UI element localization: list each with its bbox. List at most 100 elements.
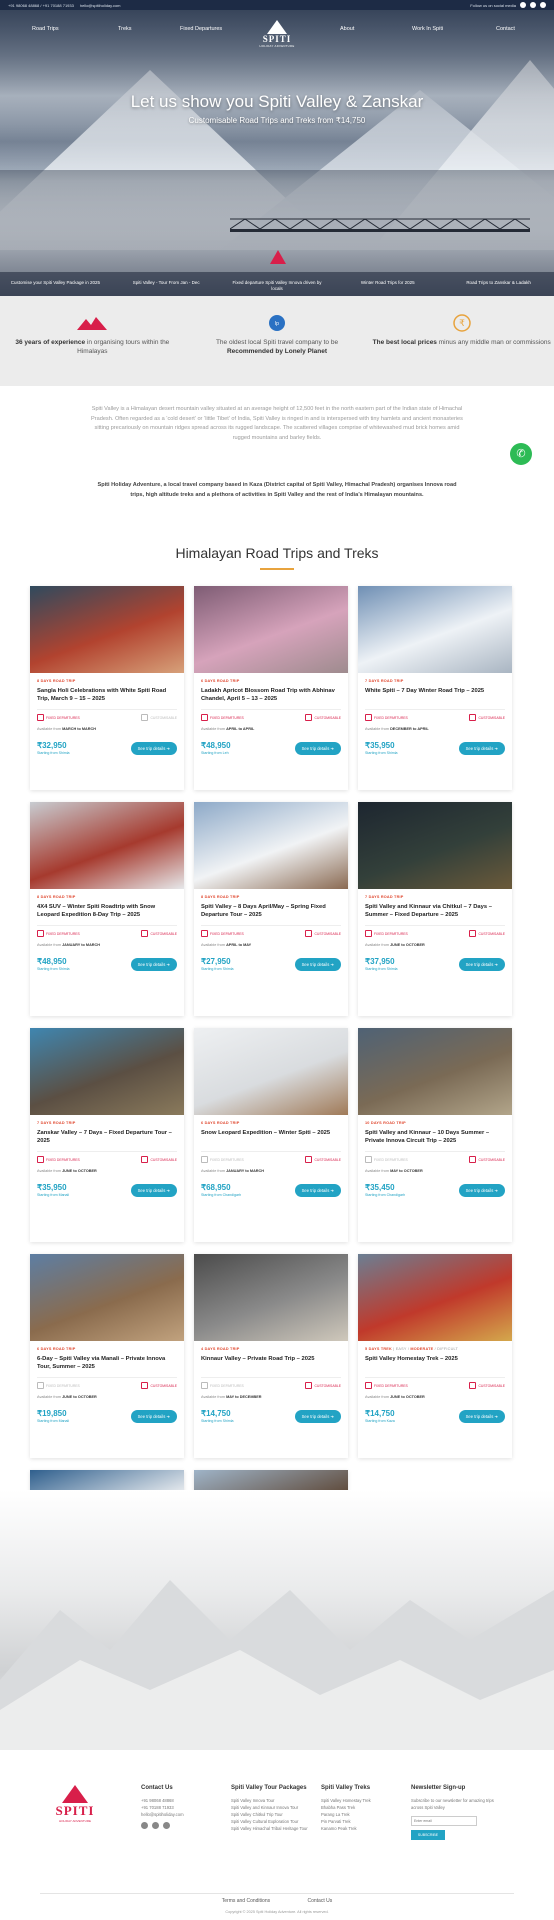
youtube-icon[interactable] xyxy=(540,2,546,8)
nav-fixed-departures[interactable]: Fixed Departures xyxy=(180,26,222,32)
newsletter-email-input[interactable] xyxy=(411,1816,477,1826)
trip-image[interactable] xyxy=(30,1028,184,1115)
contact-link[interactable]: Contact Us xyxy=(308,1898,333,1904)
hero-link[interactable]: Customise your Spiti Valley Package in 2… xyxy=(0,272,111,296)
footer-link[interactable]: Kanamo Peak Trek xyxy=(321,1825,401,1832)
calendar-icon xyxy=(365,1382,372,1389)
footer-phone-2[interactable]: +91 70188 71933 xyxy=(141,1804,221,1811)
trip-title[interactable]: Spiti Valley and Kinnaur via Chitkul – 7… xyxy=(365,903,505,919)
trip-card[interactable]: 8 DAYS ROAD TRIP Sangla Holi Celebration… xyxy=(30,586,184,790)
trip-image[interactable] xyxy=(194,586,348,673)
trip-image[interactable] xyxy=(194,802,348,889)
trip-image[interactable] xyxy=(194,1254,348,1341)
trip-image[interactable] xyxy=(358,586,512,673)
footer-link[interactable]: Spiti Valley Innova Tour xyxy=(231,1797,311,1804)
hero-link[interactable]: Winter Road Trips for 2025 xyxy=(332,272,443,296)
trip-title[interactable]: Spiti Valley – 8 Days April/May – Spring… xyxy=(201,903,341,919)
instagram-icon[interactable] xyxy=(152,1822,159,1829)
see-trip-details-button[interactable]: See trip details ➔ xyxy=(294,957,341,971)
see-trip-details-button[interactable]: See trip details ➔ xyxy=(294,1409,341,1423)
footer-treks: Spiti Valley Treks Spiti Valley Homestay… xyxy=(321,1785,401,1832)
trip-tags: FIXED DEPARTURES CUSTOMISABLE xyxy=(201,1377,341,1389)
footer-logo[interactable]: SPITI HOLIDAY ADVENTURE xyxy=(50,1785,100,1823)
footer-link[interactable]: Bhabha Pass Trek xyxy=(321,1804,401,1811)
trip-availability: Available from JUNE to OCTOBER xyxy=(37,1395,97,1399)
footer-link[interactable]: Parang La Trek xyxy=(321,1811,401,1818)
trip-title[interactable]: Spiti Valley and Kinnaur – 10 Days Summe… xyxy=(365,1129,505,1145)
hero-quick-links: Customise your Spiti Valley Package in 2… xyxy=(0,272,554,296)
trip-card[interactable]: 6 DAYS ROAD TRIP Ladakh Apricot Blossom … xyxy=(194,586,348,790)
trip-title[interactable]: Sangla Holi Celebrations with White Spit… xyxy=(37,687,177,703)
trip-title[interactable]: Kinnaur Valley – Private Road Trip – 202… xyxy=(201,1355,341,1371)
trip-card[interactable]: 5 DAYS TREK | EASY / MODERATE / DIFFICUL… xyxy=(358,1254,512,1458)
customisable-tag: CUSTOMISABLE xyxy=(305,1156,341,1163)
trip-card[interactable]: 8 DAYS ROAD TRIP Spiti Valley – 8 Days A… xyxy=(194,802,348,1016)
calendar-icon xyxy=(201,930,208,937)
nav-contact[interactable]: Contact xyxy=(496,26,515,32)
nav-about[interactable]: About xyxy=(340,26,354,32)
phone-text[interactable]: +91 98068 48868 / +91 70188 71933 xyxy=(8,3,74,8)
footer-link[interactable]: Spiti Valley and Kinnaur Innova Tour xyxy=(231,1804,311,1811)
trip-price: ₹19,850 xyxy=(37,1409,67,1418)
trip-card[interactable]: 10 DAYS ROAD TRIP Spiti Valley and Kinna… xyxy=(358,1028,512,1242)
trip-card[interactable]: 6 DAYS ROAD TRIP 6-Day – Spiti Valley vi… xyxy=(30,1254,184,1458)
footer-link[interactable]: Pin Parvati Trek xyxy=(321,1818,401,1825)
trip-image[interactable] xyxy=(30,586,184,673)
terms-link[interactable]: Terms and Conditions xyxy=(222,1898,270,1904)
trip-card[interactable]: 7 DAYS ROAD TRIP White Spiti – 7 Day Win… xyxy=(358,586,512,790)
trip-card[interactable]: 6 DAYS ROAD TRIP Snow Leopard Expedition… xyxy=(194,1028,348,1242)
see-trip-details-button[interactable]: See trip details ➔ xyxy=(130,1409,177,1423)
youtube-icon[interactable] xyxy=(163,1822,170,1829)
see-trip-details-button[interactable]: See trip details ➔ xyxy=(458,1409,505,1423)
trip-title[interactable]: Spiti Valley Homestay Trek – 2025 xyxy=(365,1355,505,1371)
subscribe-button[interactable]: SUBSCRIBE xyxy=(411,1830,445,1840)
hero-link[interactable]: Fixed departure Spiti Valley Innova driv… xyxy=(222,272,333,296)
nav-work-in-spiti[interactable]: Work In Spiti xyxy=(412,26,443,32)
instagram-icon[interactable] xyxy=(530,2,536,8)
email-text[interactable]: hello@spitiholiday.com xyxy=(80,3,121,8)
see-trip-details-button[interactable]: See trip details ➔ xyxy=(458,1183,505,1197)
trip-title[interactable]: Zanskar Valley – 7 Days – Fixed Departur… xyxy=(37,1129,177,1145)
edit-icon xyxy=(469,1156,477,1163)
trip-image[interactable] xyxy=(358,802,512,889)
see-trip-details-button[interactable]: See trip details ➔ xyxy=(130,1183,177,1197)
see-trip-details-button[interactable]: See trip details ➔ xyxy=(458,741,505,755)
trip-title[interactable]: 4X4 SUV – Winter Spiti Roadtrip with Sno… xyxy=(37,903,177,919)
hero-link[interactable]: Spiti Valley - Tour From Jan - Dec xyxy=(111,272,222,296)
whatsapp-icon[interactable]: ✆ xyxy=(510,443,532,465)
footer-email[interactable]: hello@spitiholiday.com xyxy=(141,1811,221,1818)
nav-treks[interactable]: Treks xyxy=(118,26,132,32)
trip-image[interactable] xyxy=(194,1028,348,1115)
trip-title[interactable]: 6-Day – Spiti Valley via Manali – Privat… xyxy=(37,1355,177,1371)
trip-title[interactable]: Snow Leopard Expedition – Winter Spiti –… xyxy=(201,1129,341,1145)
see-trip-details-button[interactable]: See trip details ➔ xyxy=(130,741,177,755)
site-logo[interactable]: SPITI HOLIDAY ADVENTURE xyxy=(257,20,297,48)
trip-title[interactable]: White Spiti – 7 Day Winter Road Trip – 2… xyxy=(365,687,505,703)
trip-price: ₹35,450 xyxy=(365,1183,395,1192)
facebook-icon[interactable] xyxy=(141,1822,148,1829)
footer-link[interactable]: Spiti Valley Homestay Trek xyxy=(321,1797,401,1804)
footer-link[interactable]: Spiti Valley Himachal Tribal Heritage To… xyxy=(231,1825,311,1832)
see-trip-details-button[interactable]: See trip details ➔ xyxy=(294,1183,341,1197)
nav-road-trips[interactable]: Road Trips xyxy=(32,26,59,32)
trip-image[interactable] xyxy=(30,802,184,889)
footer-link[interactable]: Spiti Valley Cultural Exploration Tour xyxy=(231,1818,311,1825)
see-trip-details-button[interactable]: See trip details ➔ xyxy=(130,957,177,971)
footer-phone-1[interactable]: +91 98068 48868 xyxy=(141,1797,221,1804)
trip-card[interactable]: 7 DAYS ROAD TRIP Spiti Valley and Kinnau… xyxy=(358,802,512,1016)
trip-tags: FIXED DEPARTURES CUSTOMISABLE xyxy=(365,1151,505,1163)
trip-card[interactable]: 7 DAYS ROAD TRIP Zanskar Valley – 7 Days… xyxy=(30,1028,184,1242)
facebook-icon[interactable] xyxy=(520,2,526,8)
see-trip-details-button[interactable]: See trip details ➔ xyxy=(458,957,505,971)
trip-card[interactable]: 8 DAYS ROAD TRIP 4X4 SUV – Winter Spiti … xyxy=(30,802,184,1016)
trip-duration: 7 DAYS ROAD TRIP xyxy=(37,1121,76,1125)
trip-image[interactable] xyxy=(30,1254,184,1341)
trip-title[interactable]: Ladakh Apricot Blossom Road Trip with Ab… xyxy=(201,687,341,703)
trip-availability: Available from JUNE to OCTOBER xyxy=(37,1169,97,1173)
footer-link[interactable]: Spiti Valley Chitkul Trip Tour xyxy=(231,1811,311,1818)
hero-link[interactable]: Road Trips to Zanskar & Ladakh xyxy=(443,272,554,296)
trip-image[interactable] xyxy=(358,1254,512,1341)
trip-image[interactable] xyxy=(358,1028,512,1115)
trip-card[interactable]: 4 DAYS ROAD TRIP Kinnaur Valley – Privat… xyxy=(194,1254,348,1458)
see-trip-details-button[interactable]: See trip details ➔ xyxy=(294,741,341,755)
